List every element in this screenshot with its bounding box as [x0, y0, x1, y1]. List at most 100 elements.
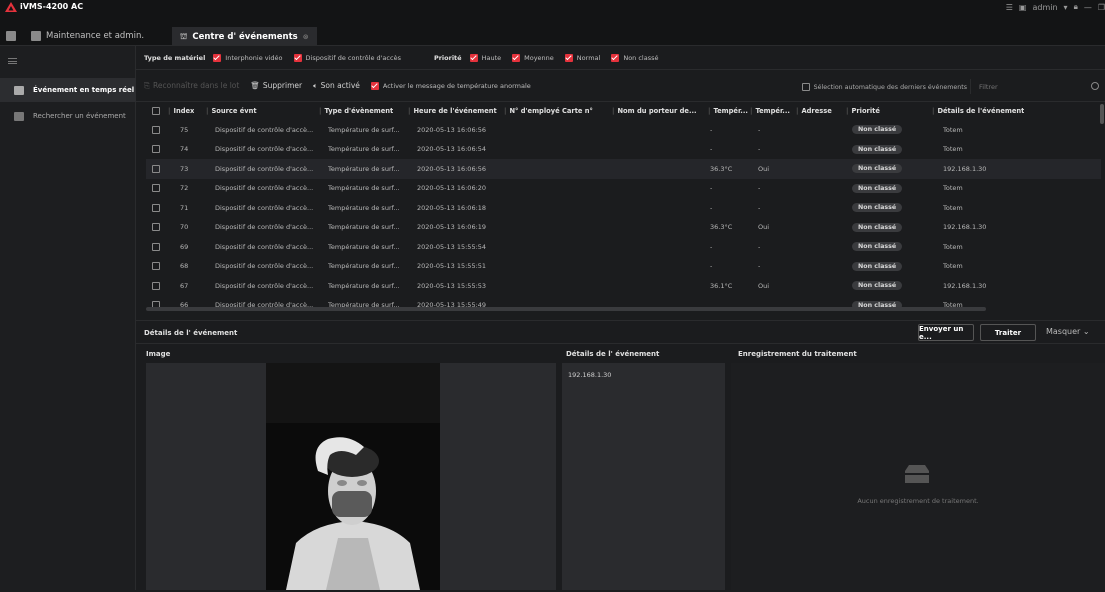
minimize-icon[interactable]: —: [1084, 3, 1092, 12]
filter-video-intercom[interactable]: Interphonie vidéo: [213, 53, 283, 62]
row-checkbox[interactable]: [152, 179, 160, 199]
col-index[interactable]: | Index: [168, 102, 194, 120]
screen-icon[interactable]: ▣: [1019, 3, 1027, 12]
button-label: Reconnaître dans le lot: [153, 81, 240, 90]
col-time[interactable]: | Heure de l'événement: [408, 102, 497, 120]
auto-select-toggle[interactable]: Sélection automatique des derniers événe…: [801, 83, 967, 91]
checkbox[interactable]: [512, 53, 521, 62]
horizontal-scrollbar[interactable]: [146, 307, 986, 311]
cell-index: 68: [180, 262, 189, 271]
row-checkbox[interactable]: [152, 257, 160, 277]
col-type[interactable]: | Type d'évènement: [319, 102, 393, 120]
user-name[interactable]: admin: [1032, 3, 1057, 12]
tab-event-center[interactable]: ⛫ Centre d' événements ⊗: [172, 27, 317, 45]
table-row[interactable]: 74 Dispositif de contrôle d'accè... Tempér…: [146, 140, 1101, 160]
cell-details: Totem: [943, 125, 963, 134]
checkbox[interactable]: [213, 53, 222, 62]
grid-icon: [6, 31, 16, 41]
cell-source: Dispositif de contrôle d'accè...: [215, 164, 314, 173]
cell-index: 70: [180, 223, 189, 232]
chevron-down-icon[interactable]: ▾: [1064, 3, 1068, 12]
restore-icon[interactable]: ❐: [1098, 3, 1105, 12]
row-checkbox[interactable]: [152, 140, 160, 160]
table-row[interactable]: 67 Dispositif de contrôle d'accè... Tempér…: [146, 276, 1101, 296]
priority-badge: Non classé: [852, 203, 903, 213]
select-all-checkbox[interactable]: [152, 102, 160, 120]
cell-temperature: 36.3°C: [710, 223, 733, 232]
sidebar-item-search[interactable]: Rechercher un événement: [0, 104, 136, 128]
row-checkbox[interactable]: [152, 120, 160, 140]
cell-index: 74: [180, 145, 189, 154]
row-checkbox[interactable]: [152, 237, 160, 257]
menu-icon[interactable]: ☰: [1006, 3, 1013, 12]
cell-type: Température de surf...: [328, 145, 400, 154]
col-employee[interactable]: | N° d'employé: [504, 102, 560, 120]
event-toolbar: ⎘ Reconnaître dans le lot 🗑︎ Supprimer 🔈︎ S…: [136, 70, 1105, 102]
send-email-button[interactable]: Envoyer un e...: [918, 324, 974, 341]
row-checkbox[interactable]: [152, 218, 160, 238]
row-checkbox[interactable]: [152, 159, 160, 179]
acknowledge-batch-button[interactable]: ⎘ Reconnaître dans le lot: [144, 81, 239, 91]
window-controls: ☰ ▣ admin ▾ 🔒︎ — ❐: [1006, 2, 1105, 12]
acknowledge-icon: ⎘: [144, 80, 150, 90]
lock-icon[interactable]: 🔒︎: [1074, 2, 1078, 12]
processing-empty-text: Aucun enregistrement de traitement.: [857, 497, 979, 505]
cell-details: Totem: [943, 203, 963, 212]
table-row[interactable]: 72 Dispositif de contrôle d'accè... Tempér…: [146, 179, 1101, 199]
table-row[interactable]: 69 Dispositif de contrôle d'accè... Tempér…: [146, 237, 1101, 257]
vertical-scrollbar[interactable]: [1100, 104, 1104, 124]
cell-source: Dispositif de contrôle d'accè...: [215, 223, 314, 232]
event-photo[interactable]: [266, 363, 440, 590]
sound-button[interactable]: 🔈︎ Son activé: [313, 81, 360, 91]
checkbox[interactable]: [469, 53, 478, 62]
col-priority[interactable]: | Priorité: [846, 102, 880, 120]
col-source[interactable]: | Source évnt: [206, 102, 257, 120]
treat-button[interactable]: Traiter: [980, 324, 1036, 341]
filter-priority-unclassified[interactable]: Non classé: [611, 53, 659, 62]
col-temperature[interactable]: | Tempér...: [708, 102, 748, 120]
filter-priority-normal[interactable]: Normal: [564, 53, 600, 62]
cell-time: 2020-05-13 16:06:19: [417, 223, 487, 232]
row-checkbox[interactable]: [152, 276, 160, 296]
table-row[interactable]: 71 Dispositif de contrôle d'accè... Tempér…: [146, 198, 1101, 218]
checkbox[interactable]: [611, 53, 620, 62]
cell-temp-abnormal: Oui: [758, 281, 770, 290]
col-card[interactable]: Carte n°: [562, 102, 593, 120]
filter-input[interactable]: [970, 79, 1100, 94]
details-title: Détails de l' événement: [566, 350, 660, 358]
table-row[interactable]: 70 Dispositif de contrôle d'accè... Tempér…: [146, 218, 1101, 238]
table-row[interactable]: 73 Dispositif de contrôle d'accè... Tempér…: [146, 159, 1101, 179]
filter-access-control[interactable]: Dispositif de contrôle d'accès: [293, 53, 401, 62]
tab-maintenance[interactable]: Maintenance et admin.: [6, 27, 144, 45]
row-checkbox[interactable]: [152, 198, 160, 218]
filter-priority-medium[interactable]: Moyenne: [512, 53, 554, 62]
search-icon[interactable]: [1091, 82, 1099, 90]
cell-source: Dispositif de contrôle d'accè...: [215, 184, 314, 193]
filter-priority-high[interactable]: Haute: [469, 53, 501, 62]
table-row[interactable]: 68 Dispositif de contrôle d'accè... Tempér…: [146, 257, 1101, 277]
hide-button[interactable]: Masquer ⌄: [1046, 327, 1090, 336]
close-icon[interactable]: ⊗: [303, 33, 309, 41]
cell-priority: Non classé: [852, 257, 903, 277]
cell-type: Température de surf...: [328, 242, 400, 251]
hamburger-icon[interactable]: [8, 58, 17, 64]
table-row[interactable]: 75 Dispositif de contrôle d'accè... Tempér…: [146, 120, 1101, 140]
checkbox[interactable]: [293, 53, 302, 62]
cell-temperature: 36.3°C: [710, 164, 733, 173]
checkbox[interactable]: [370, 81, 379, 90]
priority-badge: Non classé: [852, 164, 903, 174]
priority-label: Priorité: [433, 53, 462, 62]
checkbox[interactable]: [564, 53, 573, 62]
col-address[interactable]: | Adresse: [796, 102, 832, 120]
sidebar-item-realtime[interactable]: Événement en temps réel: [0, 78, 136, 102]
delete-button[interactable]: 🗑︎ Supprimer: [250, 81, 302, 90]
cell-type: Température de surf...: [328, 262, 400, 271]
cell-priority: Non classé: [852, 120, 903, 140]
cell-source: Dispositif de contrôle d'accè...: [215, 203, 314, 212]
temp-message-toggle[interactable]: Activer le message de température anorma…: [370, 81, 531, 90]
cell-priority: Non classé: [852, 237, 903, 257]
col-holder[interactable]: | Nom du porteur de...: [612, 102, 697, 120]
col-temp-abnormal[interactable]: | Tempér...: [750, 102, 790, 120]
col-details[interactable]: | Détails de l'événement: [932, 102, 1024, 120]
checkbox[interactable]: [801, 83, 810, 91]
